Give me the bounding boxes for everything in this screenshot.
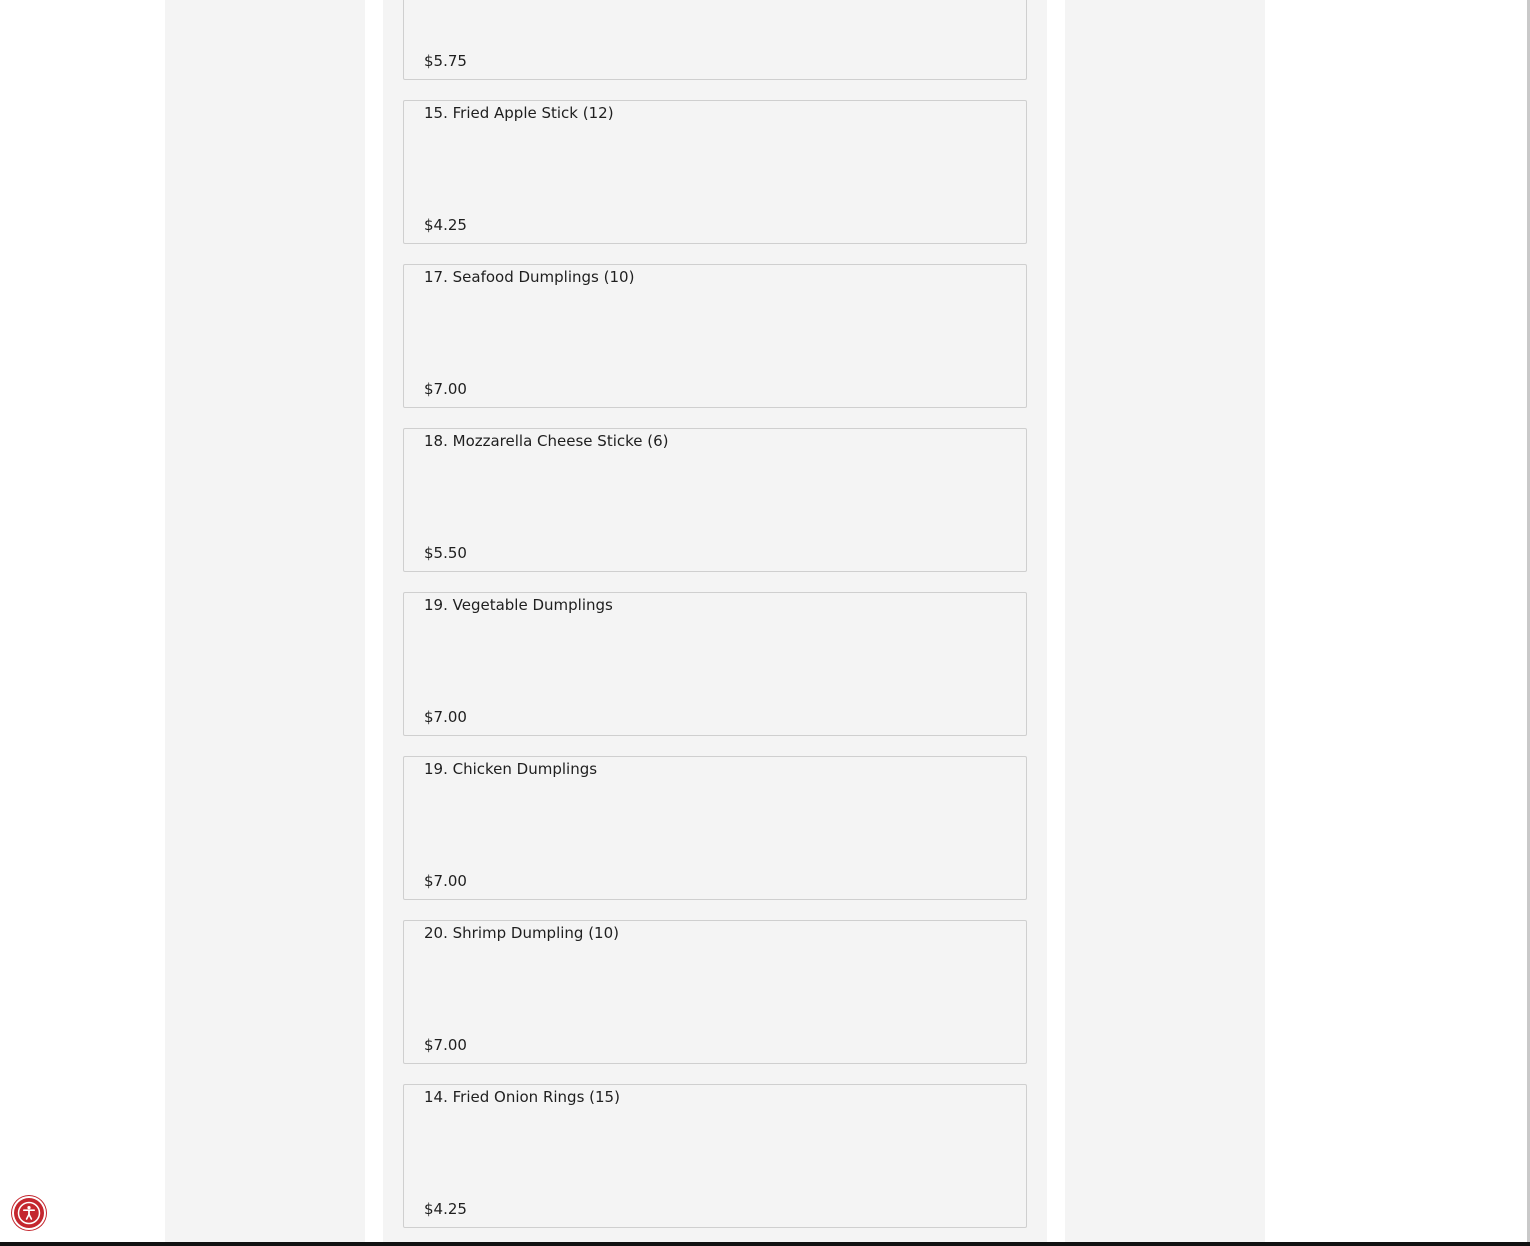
- menu-item[interactable]: 20. Shrimp Dumpling (10) $7.00: [403, 920, 1027, 1064]
- menu-item-price: $5.50: [424, 544, 467, 562]
- menu-item-list: $5.75 15. Fried Apple Stick (12) $4.25 1…: [403, 0, 1027, 1246]
- left-side-panel: [165, 0, 365, 1242]
- menu-item[interactable]: $5.75: [403, 0, 1027, 80]
- menu-item-price: $4.25: [424, 216, 467, 234]
- accessibility-icon: [17, 1201, 41, 1225]
- menu-item-name: 15. Fried Apple Stick (12): [424, 104, 614, 122]
- menu-item-name: 18. Mozzarella Cheese Sticke (6): [424, 432, 669, 450]
- menu-item-name: 14. Fried Onion Rings (15): [424, 1088, 620, 1106]
- menu-item[interactable]: 19. Chicken Dumplings $7.00: [403, 756, 1027, 900]
- menu-item-price: $7.00: [424, 872, 467, 890]
- menu-item[interactable]: 18. Mozzarella Cheese Sticke (6) $5.50: [403, 428, 1027, 572]
- bottom-edge-bar: [0, 1242, 1530, 1246]
- right-side-panel: [1065, 0, 1265, 1242]
- menu-item[interactable]: 15. Fried Apple Stick (12) $4.25: [403, 100, 1027, 244]
- menu-item-price: $5.75: [424, 52, 467, 70]
- menu-item-name: 19. Vegetable Dumplings: [424, 596, 613, 614]
- menu-item-name: 19. Chicken Dumplings: [424, 760, 598, 778]
- menu-item-price: $4.25: [424, 1200, 467, 1218]
- menu-item-name: 20. Shrimp Dumpling (10): [424, 924, 619, 942]
- page: $5.75 15. Fried Apple Stick (12) $4.25 1…: [0, 0, 1530, 1246]
- menu-item-price: $7.00: [424, 1036, 467, 1054]
- menu-item-price: $7.00: [424, 380, 467, 398]
- menu-item[interactable]: 14. Fried Onion Rings (15) $4.25: [403, 1084, 1027, 1228]
- accessibility-button[interactable]: [12, 1196, 46, 1230]
- menu-item[interactable]: 19. Vegetable Dumplings $7.00: [403, 592, 1027, 736]
- menu-item[interactable]: 17. Seafood Dumplings (10) $7.00: [403, 264, 1027, 408]
- menu-item-name: 17. Seafood Dumplings (10): [424, 268, 635, 286]
- menu-item-price: $7.00: [424, 708, 467, 726]
